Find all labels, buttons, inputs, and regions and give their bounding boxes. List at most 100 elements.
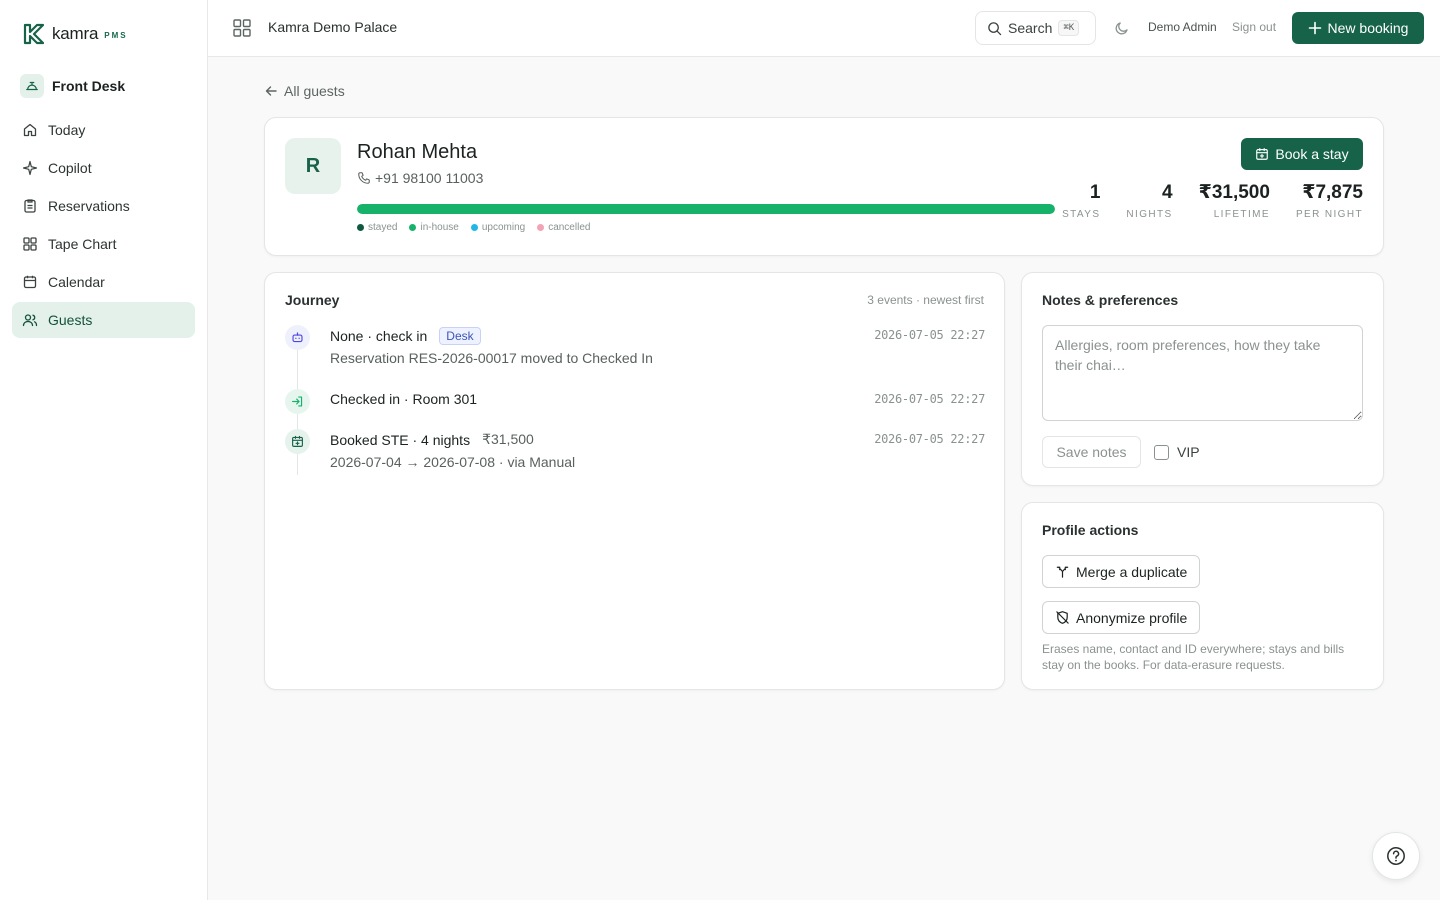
sidebar-item-tape-chart[interactable]: Tape Chart (12, 226, 195, 262)
hotel-name[interactable]: Kamra Demo Palace (268, 19, 397, 35)
shield-off-icon (1056, 611, 1069, 624)
guest-name: Rohan Mehta (357, 141, 478, 163)
new-booking-label: New booking (1327, 20, 1409, 36)
stat-value: 4 (1162, 182, 1173, 203)
profile-actions-title: Profile actions (1042, 522, 1139, 538)
calendar-plus-icon (285, 429, 310, 454)
stat-label: LIFETIME (1213, 209, 1270, 220)
stat-value: ₹7,875 (1302, 182, 1363, 203)
legend-upcoming: upcoming (470, 222, 525, 233)
event-title-text: None · check in (330, 328, 428, 344)
stat-nights: 4 NIGHTS (1126, 182, 1172, 220)
sidebar-item-label: Calendar (48, 274, 105, 290)
vip-label: VIP (1177, 444, 1200, 460)
legend-dot (470, 224, 478, 231)
event-title: Checked in · Room 301 (330, 391, 477, 407)
event-title: Booked STE · 4 nights ₹31,500 (330, 431, 534, 448)
sidebar-item-today[interactable]: Today (12, 112, 195, 148)
vip-toggle[interactable]: VIP (1154, 444, 1200, 460)
legend-stayed: stayed (357, 222, 397, 233)
legend-dot (537, 224, 545, 231)
book-stay-label: Book a stay (1275, 146, 1349, 162)
merge-icon (1056, 566, 1069, 578)
sidebar-item-label: Copilot (48, 160, 92, 176)
sidebar-item-label: Guests (48, 312, 93, 328)
new-booking-button[interactable]: New booking (1292, 12, 1424, 44)
guest-phone[interactable]: +91 98100 11003 (357, 170, 483, 186)
save-notes-button[interactable]: Save notes (1042, 436, 1141, 468)
back-to-guests-link[interactable]: All guests (264, 82, 345, 100)
stat-lifetime: ₹31,500 LIFETIME (1199, 182, 1270, 220)
legend-cancelled: cancelled (537, 222, 590, 233)
anonymize-hint: Erases name, contact and ID everywhere; … (1042, 642, 1345, 672)
sidebar-item-label: Reservations (48, 198, 130, 214)
legend-label: in-house (420, 222, 459, 233)
guest-stats: 1 STAYS 4 NIGHTS ₹31,500 LIFETIME ₹7,875… (1036, 182, 1363, 220)
workspace-label: Front Desk (52, 78, 126, 94)
sidebar-item-label: Today (48, 122, 86, 138)
bell-desk-icon (20, 74, 44, 98)
stay-mix-bar (357, 204, 1055, 214)
sidebar-item-guests[interactable]: Guests (12, 302, 195, 338)
legend-dot (409, 224, 417, 231)
back-label: All guests (284, 83, 345, 99)
journey-meta: 3 events · newest first (867, 293, 984, 307)
search-label: Search (1008, 20, 1053, 36)
book-stay-button[interactable]: Book a stay (1241, 138, 1363, 170)
plus-icon (1308, 21, 1321, 35)
legend-dot (357, 224, 364, 231)
merge-label: Merge a duplicate (1076, 563, 1188, 580)
question-icon (1387, 847, 1405, 865)
legend-in-house: in-house (409, 222, 459, 233)
sidebar-nav: Today Copilot Reservations Tape Chart Ca… (12, 112, 195, 340)
robot-icon (285, 325, 310, 350)
event-time: 2026-07-05 22:27 (874, 392, 985, 406)
event-time: 2026-07-05 22:27 (874, 432, 985, 446)
vip-checkbox[interactable] (1154, 444, 1169, 460)
brand-name: kamra (52, 24, 99, 43)
calendar-plus-icon (1256, 148, 1269, 160)
notes-card: Notes & preferences Save notes VIP (1021, 272, 1384, 486)
workspace-switcher[interactable]: Front Desk (20, 74, 125, 98)
search-icon (988, 21, 1002, 35)
notes-textarea[interactable] (1042, 325, 1363, 421)
help-button[interactable] (1372, 832, 1420, 880)
apps-grid-icon[interactable] (232, 18, 252, 38)
search-button[interactable]: Search ⌘K (975, 11, 1096, 45)
merge-duplicate-button[interactable]: Merge a duplicate (1042, 555, 1201, 588)
phone-number: +91 98100 11003 (375, 170, 484, 186)
journey-card: Journey 3 events · newest first None · c… (264, 272, 1005, 690)
user-name[interactable]: Demo Admin (1148, 20, 1217, 34)
event-title-text: Checked in · Room 301 (330, 391, 478, 407)
stat-label: STAYS (1062, 209, 1101, 220)
signout-link[interactable]: Sign out (1232, 20, 1276, 34)
brand[interactable]: kamra PMS (22, 22, 128, 46)
notes-title: Notes & preferences (1042, 292, 1179, 308)
clipboard-icon (24, 199, 36, 213)
stat-per-night: ₹7,875 PER NIGHT (1296, 182, 1363, 220)
sidebar: kamra PMS Front Desk Today Copilot Reser… (0, 0, 208, 900)
event-subtitle: Reservation RES-2026-00017 moved to Chec… (330, 350, 653, 366)
journey-title: Journey (285, 292, 340, 308)
moon-icon[interactable] (1114, 20, 1130, 36)
profile-actions-card: Profile actions Merge a duplicate Anonym… (1021, 502, 1384, 690)
legend-label: stayed (368, 222, 398, 233)
stat-stays: 1 STAYS (1062, 182, 1100, 220)
sidebar-item-copilot[interactable]: Copilot (12, 150, 195, 186)
stat-label: PER NIGHT (1295, 209, 1363, 220)
source-badge: Desk (439, 327, 481, 345)
home-icon (23, 123, 37, 137)
sidebar-item-label: Tape Chart (48, 236, 117, 252)
stay-mix-legend: stayed in-house upcoming cancelled (357, 222, 602, 233)
calendar-icon (23, 275, 37, 289)
phone-icon (358, 172, 370, 184)
event-amount: ₹31,500 (482, 431, 534, 447)
anonymize-profile-button[interactable]: Anonymize profile (1042, 601, 1201, 634)
sidebar-item-calendar[interactable]: Calendar (12, 264, 195, 300)
event-title: None · check in Desk (330, 327, 481, 345)
event-subtitle: 2026-07-04 → 2026-07-08 · via Manual (330, 454, 576, 470)
event-title-text: Booked STE · 4 nights (330, 431, 471, 448)
sidebar-item-reservations[interactable]: Reservations (12, 188, 195, 224)
in-house-segment (357, 204, 1055, 214)
sparkle-icon (22, 160, 38, 176)
